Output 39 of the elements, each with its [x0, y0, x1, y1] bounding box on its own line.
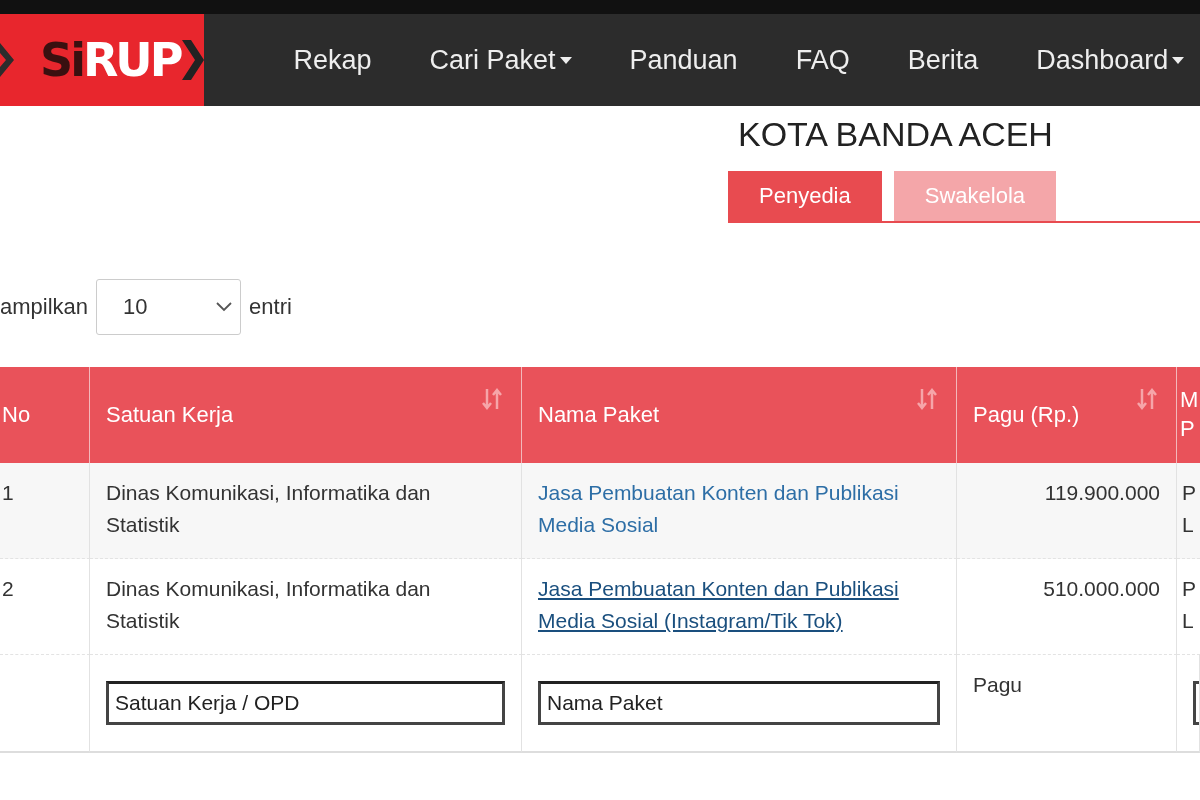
chevron-icon — [0, 43, 14, 77]
entries-label: entri — [249, 293, 292, 322]
nav-link[interactable]: Rekap — [264, 39, 401, 81]
show-label: ampilkan — [0, 293, 89, 322]
tab[interactable]: Penyedia — [728, 170, 882, 221]
caret-icon — [559, 56, 572, 64]
table-cell: 119.900.000 — [957, 462, 1177, 559]
filter-label: Pagu — [973, 672, 1023, 696]
column-header[interactable]: Pagu (Rp.) — [957, 366, 1177, 463]
nav-link[interactable]: Berita — [878, 39, 1008, 81]
nav-link[interactable]: Panduan — [600, 39, 767, 81]
column-header[interactable]: Satuan Kerja — [90, 366, 522, 463]
chevron-icon — [182, 40, 205, 80]
table-cell: Dinas Komunikasi, Informatika dan Statistik — [90, 558, 522, 655]
input-field[interactable] — [1193, 680, 1199, 725]
chevron-icon — [216, 301, 233, 312]
table-cell: P L — [1177, 462, 1200, 559]
table-cell: P L — [1177, 558, 1200, 655]
sort-icon — [1136, 386, 1158, 411]
column-header[interactable]: Nama Paket — [522, 366, 957, 463]
logo-banner[interactable]: SiRUP — [0, 14, 205, 106]
table-cell: 2 — [0, 558, 90, 655]
logo-text: SiRUP — [40, 37, 181, 83]
entries-select[interactable]: 10 — [96, 278, 242, 335]
table-cell: 1 — [0, 462, 90, 559]
sort-icon — [916, 386, 938, 411]
nav-link[interactable]: FAQ — [766, 39, 879, 81]
page-title: KOTA BANDA ACEH — [738, 114, 1054, 155]
input-field[interactable]: Nama Paket — [538, 680, 940, 725]
nav-link[interactable]: Dashboard — [1007, 39, 1200, 81]
column-header: No — [0, 366, 90, 463]
table-cell: 510.000.000 — [957, 558, 1177, 655]
nav-link[interactable]: Cari Paket — [400, 39, 601, 81]
package-link[interactable]: Jasa Pembuatan Konten dan Publikasi Media Sosial (Instagram/Tik Tok) — [538, 572, 940, 638]
input-field[interactable]: Satuan Kerja / OPD — [106, 680, 505, 725]
caret-icon — [1172, 56, 1185, 64]
table-cell: Dinas Komunikasi, Informatika dan Statistik — [90, 462, 522, 559]
column-header: M P — [1177, 366, 1200, 463]
sort-icon — [481, 386, 503, 411]
